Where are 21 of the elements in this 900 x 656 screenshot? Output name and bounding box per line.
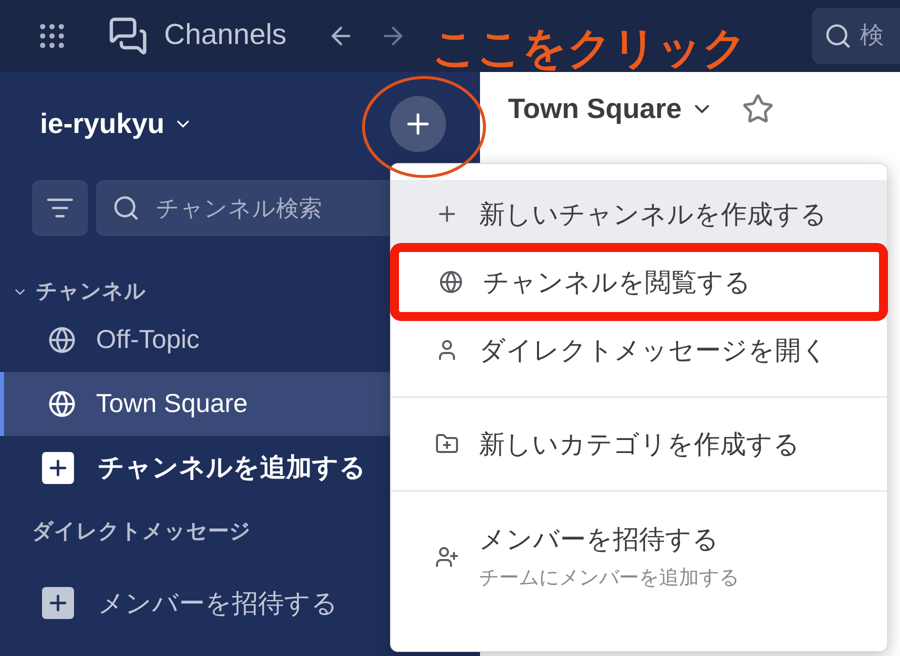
search-icon — [112, 194, 140, 222]
person-add-icon — [435, 544, 459, 568]
section-heading: ダイレクトメッセージ — [31, 518, 251, 544]
globe-icon — [439, 270, 463, 294]
channel-title[interactable]: Town Square — [508, 88, 682, 130]
search-field[interactable]: 検 — [812, 8, 900, 64]
plus-square-icon — [42, 452, 74, 484]
folder-plus-icon — [435, 432, 459, 456]
globe-icon — [48, 390, 76, 418]
chat-bubbles-icon — [108, 16, 148, 56]
star-icon[interactable] — [742, 93, 774, 125]
globe-icon — [48, 326, 76, 354]
team-name[interactable]: ie-ryukyu — [40, 103, 164, 145]
app-title: Channels — [164, 18, 287, 54]
menu-item[interactable]: 新しいチャンネルを作成する — [391, 180, 887, 248]
search-icon — [824, 22, 852, 50]
plus-square-icon — [42, 587, 74, 619]
annotation-text: ここをクリック — [432, 23, 747, 75]
section-heading: チャンネル — [36, 279, 146, 305]
menu-item-description: チームにメンバーを追加する — [479, 566, 739, 591]
filter-button[interactable] — [32, 180, 88, 236]
